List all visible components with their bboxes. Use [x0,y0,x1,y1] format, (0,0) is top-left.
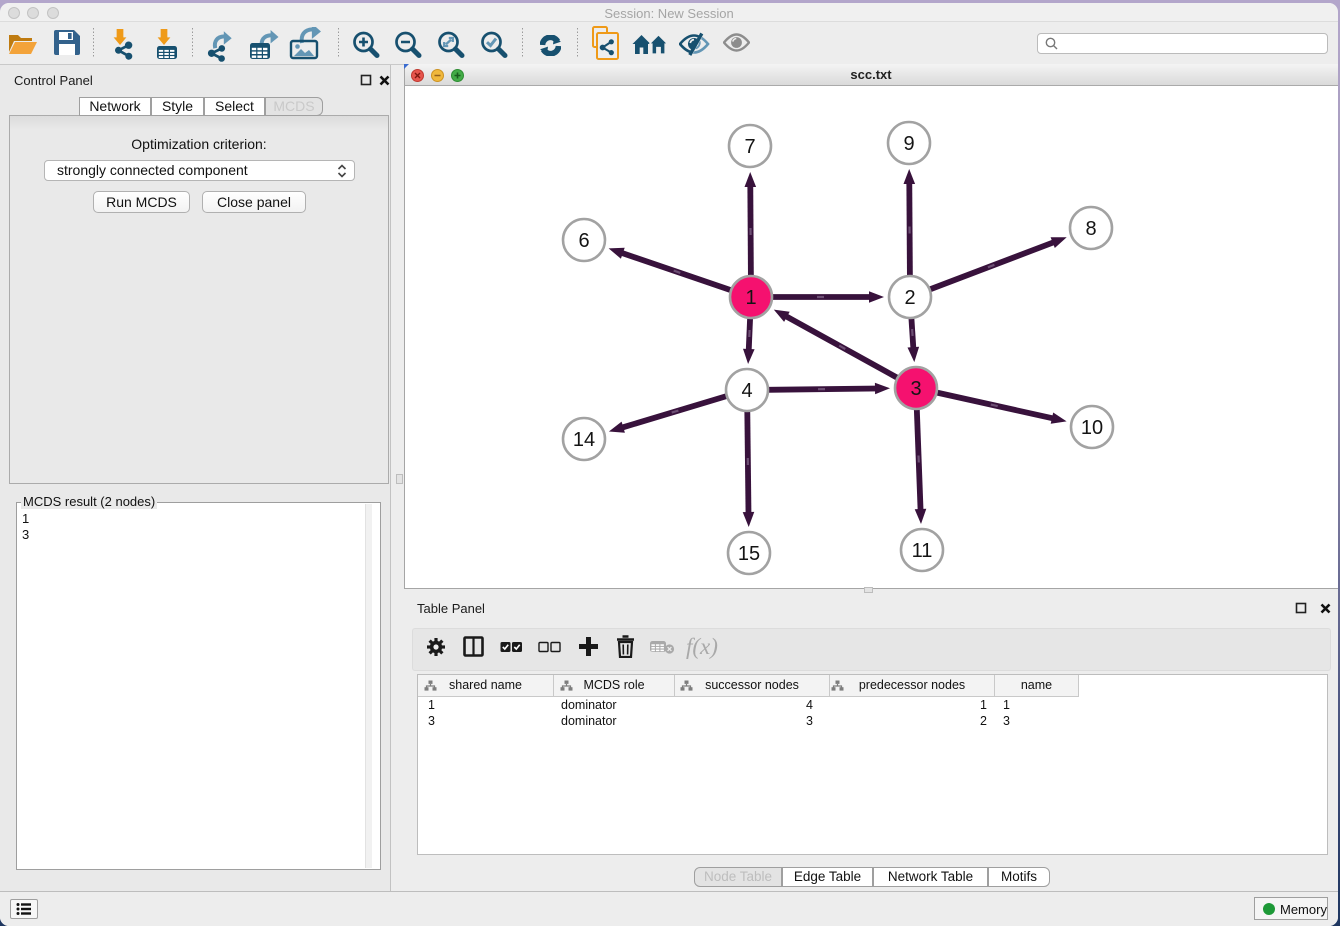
svg-text:1: 1 [745,287,756,309]
svg-text:6: 6 [578,230,589,252]
svg-text:2: 2 [904,287,915,309]
svg-text:9: 9 [903,133,914,155]
svg-text:11: 11 [912,540,933,562]
svg-text:14: 14 [573,429,595,451]
svg-text:8: 8 [1085,218,1096,240]
svg-text:3: 3 [910,378,921,400]
svg-text:7: 7 [744,136,755,158]
svg-text:15: 15 [738,543,760,565]
svg-text:4: 4 [741,380,752,402]
svg-text:10: 10 [1081,417,1103,439]
